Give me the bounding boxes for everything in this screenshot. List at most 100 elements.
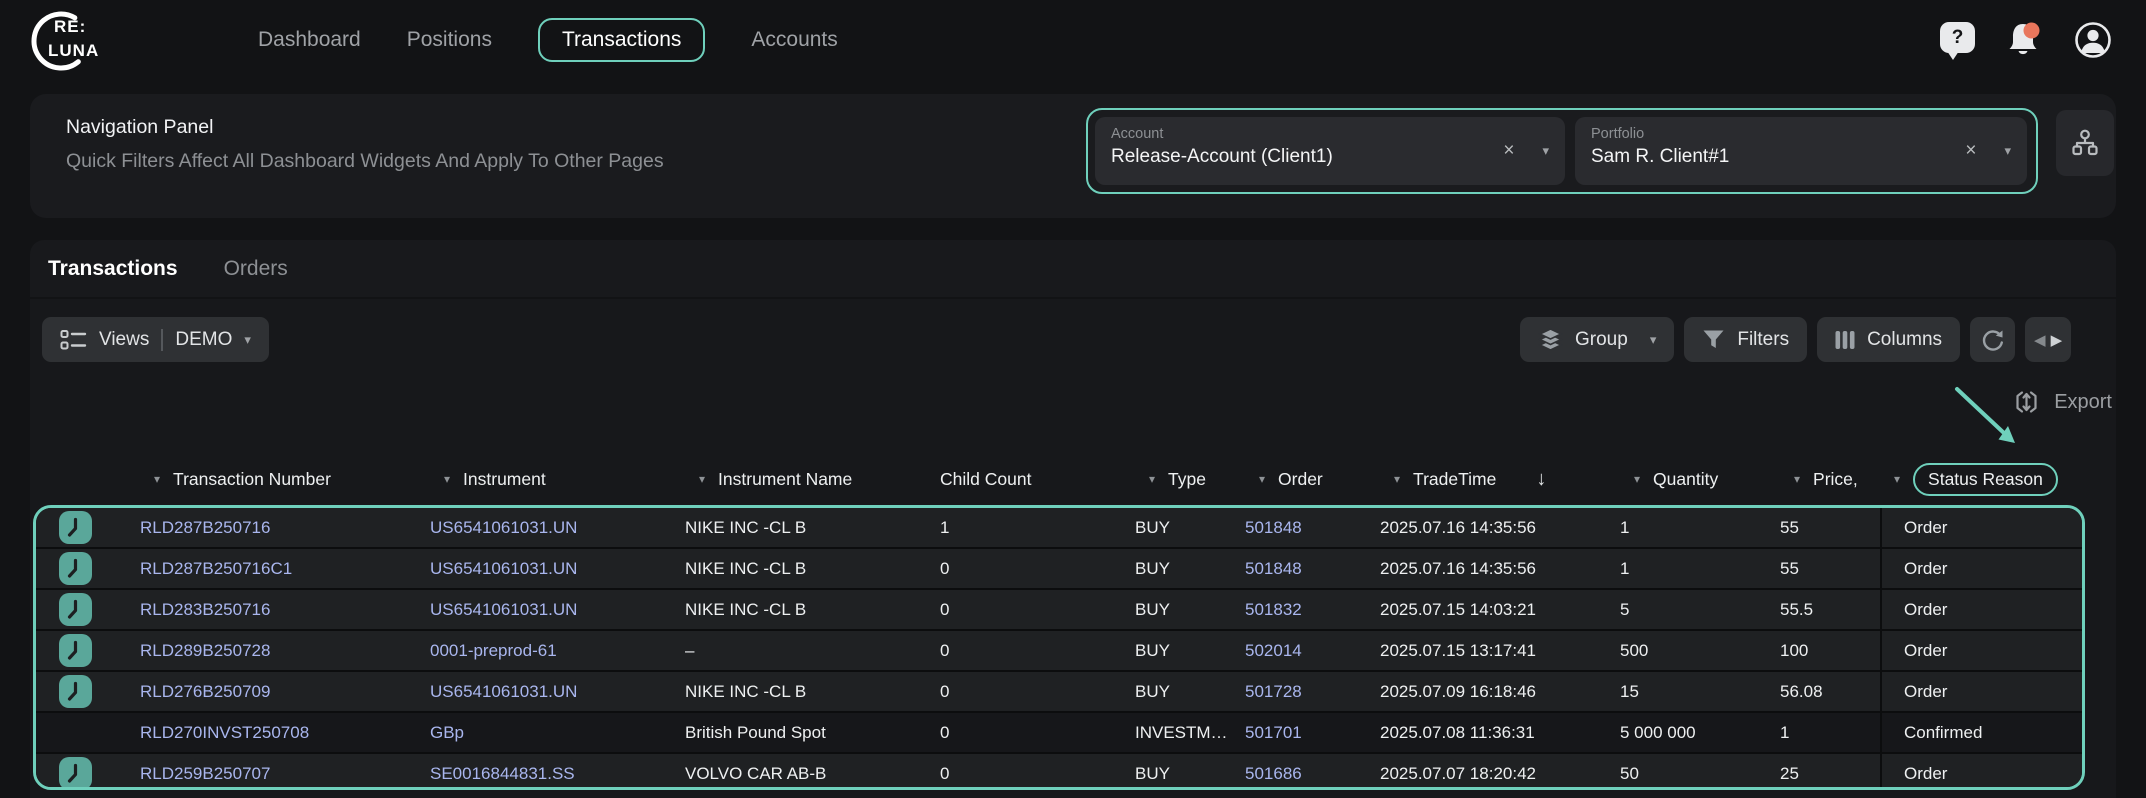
column-menu-icon[interactable]: ▾ [699,472,705,486]
column-header-price[interactable]: ▾Price, [1780,469,1880,490]
column-menu-icon[interactable]: ▾ [1149,472,1155,486]
cell-quantity: 1 [1620,549,1780,588]
brand-text-top: RE: [54,17,86,37]
cell-name: – [685,631,940,670]
bell-icon [2002,18,2046,62]
cell-instrument[interactable]: GBp [430,713,685,752]
cell-txn[interactable]: RLD259B250707 [140,754,430,790]
views-caret-icon: ▾ [244,332,251,348]
cell-order[interactable]: 501848 [1245,508,1380,547]
cell-instrument[interactable]: US6541061031.UN [430,549,685,588]
cell-rowicon [36,631,140,670]
cell-order[interactable]: 501832 [1245,590,1380,629]
views-label: Views [99,329,149,351]
account-caret-icon[interactable]: ▾ [1542,143,1549,159]
layers-icon [1538,328,1563,352]
views-list-icon [60,329,87,351]
portfolio-select[interactable]: Portfolio Sam R. Client#1 × ▾ [1575,117,2027,185]
column-header-status[interactable]: ▾Status Reason [1880,463,2088,496]
cell-rowicon [36,590,140,629]
next-columns-icon[interactable]: ▶ [2051,331,2063,349]
cell-txn[interactable]: RLD276B250709 [140,672,430,711]
column-menu-icon[interactable]: ▾ [1394,472,1400,486]
cell-txn[interactable]: RLD270INVST250708 [140,713,430,752]
transactions-table: RLD287B250716US6541061031.UNNIKE INC -CL… [33,505,2085,790]
column-menu-icon[interactable]: ▾ [444,472,450,486]
group-button[interactable]: Group ▾ [1520,317,1674,362]
column-header-quantity[interactable]: ▾Quantity [1620,469,1780,490]
column-pager-button[interactable]: ◀ ▶ [2025,317,2071,362]
account-select[interactable]: Account Release-Account (Client1) × ▾ [1095,117,1565,185]
cell-child: 1 [940,508,1135,547]
column-menu-icon[interactable]: ▾ [1894,472,1900,486]
cell-instrument[interactable]: 0001-preprod-61 [430,631,685,670]
table-row[interactable]: RLD259B250707SE0016844831.SSVOLVO CAR AB… [36,754,2082,790]
cell-instrument[interactable]: US6541061031.UN [430,672,685,711]
table-row[interactable]: RLD287B250716C1US6541061031.UNNIKE INC -… [36,549,2082,588]
hierarchy-button[interactable] [2056,110,2114,176]
cell-price: 56.08 [1780,672,1880,711]
profile-button[interactable] [2072,19,2114,61]
tab-bar: Transactions Orders [30,240,2116,297]
nav-item-transactions[interactable]: Transactions [538,18,705,62]
tab-transactions[interactable]: Transactions [48,257,178,281]
brand-logo[interactable]: RE: LUNA [30,9,112,73]
cell-rowicon [36,508,140,547]
nav-item-positions[interactable]: Positions [407,28,492,52]
filters-button[interactable]: Filters [1684,317,1807,362]
nav-item-dashboard[interactable]: Dashboard [258,28,361,52]
account-clear-icon[interactable]: × [1503,140,1514,162]
portfolio-clear-icon[interactable]: × [1965,140,1976,162]
column-menu-icon[interactable]: ▾ [1634,472,1640,486]
cell-txn[interactable]: RLD283B250716 [140,590,430,629]
table-row[interactable]: RLD283B250716US6541061031.UNNIKE INC -CL… [36,590,2082,629]
column-menu-icon[interactable]: ▾ [1794,472,1800,486]
table-row[interactable]: RLD287B250716US6541061031.UNNIKE INC -CL… [36,508,2082,547]
column-label-tradetime: TradeTime [1413,469,1496,490]
columns-button[interactable]: Columns [1817,317,1960,362]
sort-desc-icon[interactable]: ↓ [1536,468,1546,491]
cell-txn[interactable]: RLD287B250716 [140,508,430,547]
column-header-order[interactable]: ▾Order [1245,469,1380,490]
export-button[interactable]: Export [2013,388,2112,416]
cell-order[interactable]: 501701 [1245,713,1380,752]
prev-columns-icon[interactable]: ◀ [2034,331,2046,349]
cell-order[interactable]: 501848 [1245,549,1380,588]
column-menu-icon[interactable]: ▾ [154,472,160,486]
portfolio-caret-icon[interactable]: ▾ [2004,143,2011,159]
cell-status: Order [1880,508,2085,547]
table-row[interactable]: RLD270INVST250708GBpBritish Pound Spot0I… [36,713,2082,752]
column-header-type[interactable]: ▾Type [1135,469,1245,490]
nav-item-accounts[interactable]: Accounts [751,28,837,52]
cell-txn[interactable]: RLD287B250716C1 [140,549,430,588]
cell-instrument[interactable]: US6541061031.UN [430,508,685,547]
views-divider [161,329,163,351]
columns-icon [1835,330,1855,350]
cell-quantity: 5 [1620,590,1780,629]
help-button[interactable]: ? [1940,20,1976,60]
cell-type: BUY [1135,590,1245,629]
hierarchy-icon [2069,127,2101,159]
notifications-button[interactable] [2002,18,2046,62]
cell-order[interactable]: 501728 [1245,672,1380,711]
cell-txn[interactable]: RLD289B250728 [140,631,430,670]
column-header-name[interactable]: ▾Instrument Name [685,469,940,490]
table-row[interactable]: RLD276B250709US6541061031.UNNIKE INC -CL… [36,672,2082,711]
refresh-button[interactable] [1970,317,2015,362]
cell-order[interactable]: 501686 [1245,754,1380,790]
column-header-txn[interactable]: ▾Transaction Number [140,469,430,490]
tab-orders[interactable]: Orders [224,257,288,281]
cell-tradetime: 2025.07.09 16:18:46 [1380,672,1620,711]
table-row[interactable]: RLD289B2507280001-preprod-61–0BUY5020142… [36,631,2082,670]
column-header-tradetime[interactable]: ▾ TradeTime ↓ [1380,468,1620,491]
cell-price: 1 [1780,713,1880,752]
column-menu-icon[interactable]: ▾ [1259,472,1265,486]
column-header-child[interactable]: Child Count [940,469,1135,490]
cell-instrument[interactable]: US6541061031.UN [430,590,685,629]
cell-order[interactable]: 502014 [1245,631,1380,670]
column-header-instrument[interactable]: ▾Instrument [430,469,685,490]
cell-instrument[interactable]: SE0016844831.SS [430,754,685,790]
brand-text-bottom: LUNA [48,41,99,61]
views-button[interactable]: Views DEMO ▾ [42,317,269,362]
account-value: Release-Account (Client1) [1111,146,1549,168]
